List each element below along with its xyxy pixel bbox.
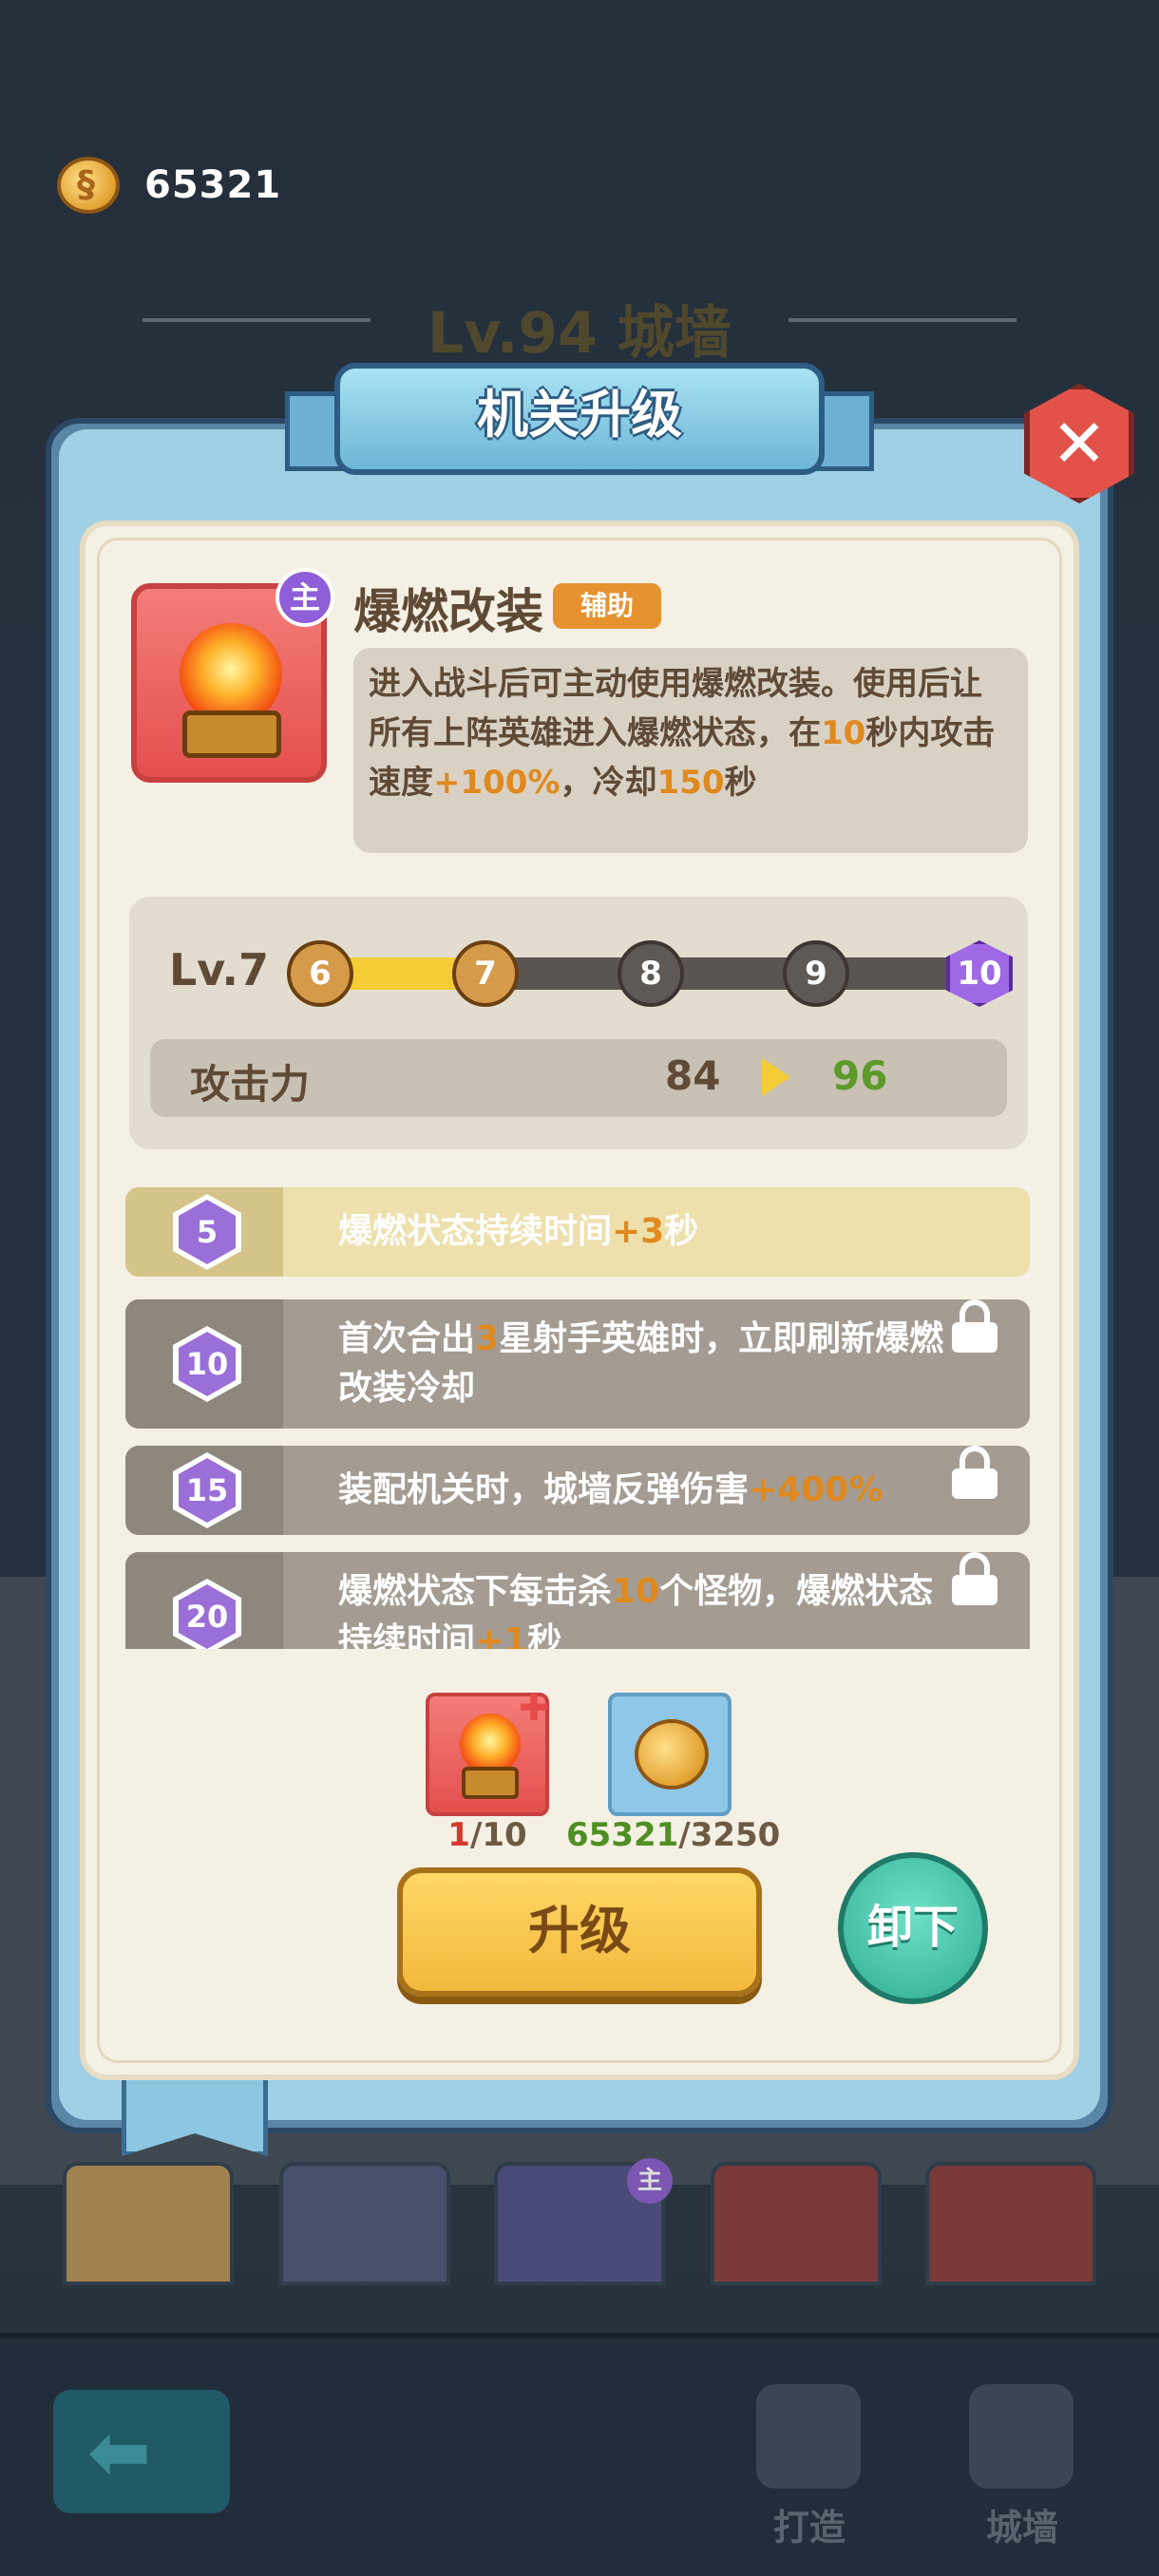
- gadget-description: 进入战斗后可主动使用爆燃改装。使用后让所有上阵英雄进入爆燃状态，在10秒内攻击速…: [353, 648, 1028, 853]
- role-tag: 辅助: [553, 583, 661, 629]
- stat-next-value: 96: [832, 1052, 888, 1099]
- perk-highlight: +400%: [749, 1470, 884, 1509]
- castle-icon[interactable]: [969, 2384, 1074, 2489]
- gold-coin-icon: [635, 1719, 709, 1790]
- perk-row: 15 装配机关时，城墙反弹伤害+400%: [125, 1446, 1030, 1535]
- desc-highlight: +100%: [433, 764, 560, 802]
- gear-icon[interactable]: [756, 2384, 861, 2489]
- perk-text-part: 爆燃状态下每击杀: [338, 1572, 613, 1611]
- play-arrow-icon: [762, 1058, 790, 1096]
- stat-current-value: 84: [665, 1052, 721, 1099]
- nav-wall-label[interactable]: 城墙: [946, 2498, 1098, 2550]
- perk-row: 5 爆燃状态持续时间+3秒: [125, 1187, 1030, 1277]
- gadget-tile-2[interactable]: [279, 2162, 450, 2285]
- perk-text-part: 秒: [527, 1621, 562, 1649]
- close-x-icon: ✕: [1051, 405, 1108, 483]
- perk-highlight: +3: [612, 1212, 665, 1251]
- desc-text: ，冷却: [560, 764, 657, 802]
- back-arrow-icon: ⬅: [87, 2408, 152, 2496]
- perk-highlight: +1: [475, 1621, 528, 1649]
- plus-icon[interactable]: ✚: [517, 1690, 551, 1726]
- shard-need: /10: [469, 1816, 527, 1854]
- fire-orb-icon: [460, 1714, 521, 1774]
- gold-coin-icon: [57, 157, 120, 214]
- gadget-name: 爆燃改装: [353, 584, 543, 639]
- perk-text-part: 首次合出: [338, 1319, 476, 1358]
- currency-bar: 65321: [57, 152, 281, 218]
- perk-highlight: 10: [612, 1572, 660, 1611]
- desc-text: 秒: [724, 764, 757, 802]
- upgrade-button[interactable]: 升级: [397, 1867, 762, 1997]
- perk-text: 首次合出3星射手英雄时，立即刷新爆燃改装冷却: [338, 1315, 946, 1413]
- perk-row: 10 首次合出3星射手英雄时，立即刷新爆燃改装冷却: [125, 1299, 1030, 1429]
- coin-have: 65321: [566, 1816, 679, 1854]
- stat-name: 攻击力: [190, 1061, 311, 1108]
- coin-cost-card[interactable]: [608, 1693, 732, 1816]
- perk-text: 爆燃状态持续时间+3秒: [338, 1207, 946, 1257]
- coin-need: /3250: [678, 1816, 781, 1854]
- main-badge: 主: [276, 568, 334, 627]
- shard-cost: 1/10: [418, 1816, 557, 1854]
- lock-icon: [952, 1299, 998, 1353]
- perk-text: 装配机关时，城墙反弹伤害+400%: [338, 1466, 946, 1515]
- perk-row: 20 爆燃状态下每击杀10个怪物，爆燃状态持续时间+1秒: [125, 1552, 1030, 1649]
- main-badge: 主: [627, 2158, 673, 2204]
- background-pillar-left: [0, 627, 46, 1577]
- dialog-title: 机关升级: [477, 385, 682, 445]
- gadget-tile-1[interactable]: [63, 2162, 234, 2285]
- desc-highlight: 150: [656, 764, 725, 802]
- gadget-base-icon: [182, 710, 281, 758]
- gadget-tile-5[interactable]: [925, 2162, 1096, 2285]
- coin-amount: 65321: [144, 163, 282, 207]
- gadget-tile-4[interactable]: [711, 2162, 882, 2285]
- lock-icon: [952, 1552, 998, 1605]
- unequip-button[interactable]: 卸下: [838, 1852, 988, 2004]
- level-node-7: 7: [452, 940, 519, 1007]
- gadget-base-icon: [462, 1767, 519, 1799]
- desc-highlight: 10: [821, 714, 866, 752]
- perk-highlight: 3: [475, 1319, 500, 1358]
- perk-list[interactable]: 5 爆燃状态持续时间+3秒 10 首次合出3星射手英雄时，立即刷新爆燃改装冷却 …: [122, 1187, 1034, 1649]
- perk-text: 爆燃状态下每击杀10个怪物，爆燃状态持续时间+1秒: [338, 1567, 946, 1649]
- nav-craft-label[interactable]: 打造: [733, 2498, 885, 2550]
- wall-title: Lv.94 城墙: [428, 300, 732, 367]
- lock-icon: [952, 1446, 998, 1499]
- perk-text-part: 爆燃状态持续时间: [338, 1212, 613, 1251]
- coin-cost: 65321/3250: [566, 1816, 781, 1854]
- level-node-9: 9: [783, 940, 849, 1007]
- level-label: Lv.7: [169, 944, 270, 995]
- background-pillar-right: [1113, 627, 1159, 1577]
- shard-have: 1: [447, 1816, 470, 1854]
- level-node-6: 6: [287, 940, 353, 1007]
- perk-text-part: 装配机关时，城墙反弹伤害: [338, 1470, 750, 1509]
- perk-text-part: 秒: [664, 1212, 699, 1251]
- level-node-8: 8: [618, 940, 684, 1007]
